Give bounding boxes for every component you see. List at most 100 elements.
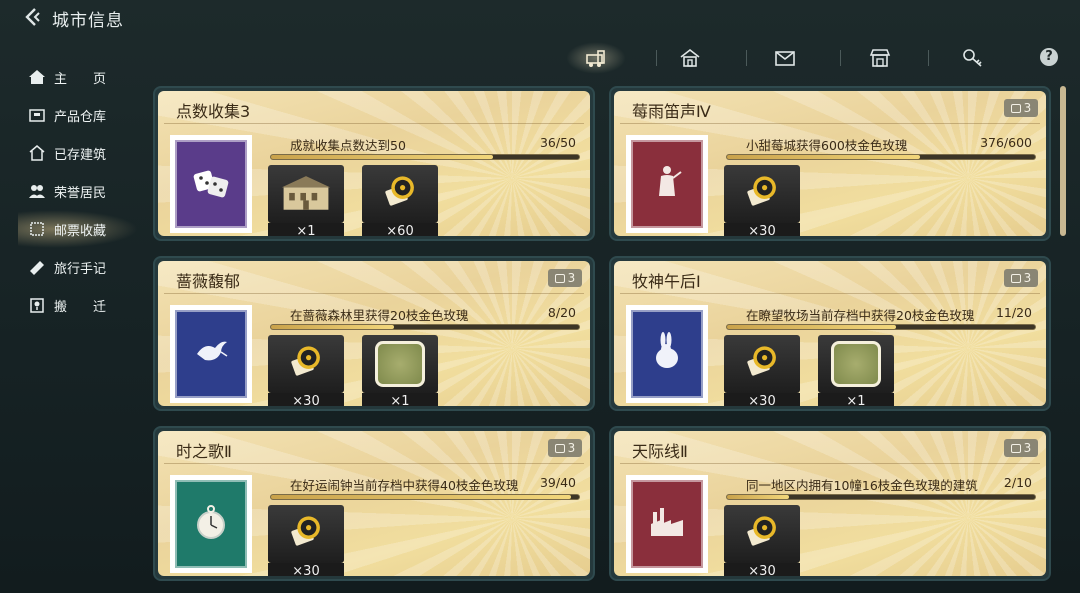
quest-progress-text: 11/20 — [995, 305, 1032, 320]
book-icon — [26, 258, 48, 276]
quest-description: 小甜莓城获得600枝金色玫瑰 — [746, 138, 908, 153]
camera-icon — [1010, 273, 1021, 283]
card-title: 天际线Ⅱ — [632, 442, 688, 461]
divider — [164, 293, 584, 294]
quest-description: 成就收集点数达到50 — [290, 138, 406, 153]
stamp-image[interactable] — [170, 475, 252, 573]
stamp-icon — [26, 220, 48, 238]
progress-bar — [270, 324, 580, 330]
back-arrow-icon — [25, 8, 40, 26]
sidebar: 主 页 产品仓库 已存建筑 荣誉居民 邮票收藏 旅行手记 搬 迁 — [18, 58, 138, 324]
pocket-watch-icon — [191, 502, 231, 546]
reward-item[interactable]: ×30 — [724, 165, 800, 236]
sidebar-item-stamps[interactable]: 邮票收藏 — [18, 210, 138, 248]
camera-icon — [554, 273, 565, 283]
train-icon — [586, 50, 605, 67]
sidebar-item-residents[interactable]: 荣誉居民 — [18, 172, 138, 210]
divider — [164, 123, 584, 124]
quest-row: 在蔷薇森林里获得20枝金色玫瑰 8/20 — [290, 305, 580, 323]
home-icon — [26, 68, 48, 86]
stamp-card[interactable]: 时之歌Ⅱ 3 在好运闹钟当前存档中获得40枝金色玫瑰 39/40 ×30 — [153, 426, 595, 581]
card-body: 莓雨笛声Ⅳ 3 小甜莓城获得600枝金色玫瑰 376/600 ×30 — [614, 91, 1046, 236]
reward-item[interactable]: ×30 — [268, 505, 344, 576]
card-title: 蔷薇馥郁 — [176, 272, 241, 291]
quest-description: 在蔷薇森林里获得20枝金色玫瑰 — [290, 308, 469, 323]
tab-shop[interactable] — [850, 42, 910, 74]
record-ticket-icon — [380, 172, 420, 216]
record-ticket-icon — [286, 342, 326, 386]
quest-progress-text: 36/50 — [539, 135, 576, 150]
stamp-image[interactable] — [626, 305, 708, 403]
reward-item[interactable]: ×30 — [724, 335, 800, 406]
stamp-card[interactable]: 点数收集3 成就收集点数达到50 36/50 ×1 ×60 — [153, 86, 595, 241]
dice-icon — [191, 162, 231, 206]
scrollbar[interactable] — [1060, 86, 1066, 586]
stamp-image[interactable] — [626, 475, 708, 573]
reward-item[interactable]: ×1 — [818, 335, 894, 406]
page-title: 城市信息 — [52, 11, 124, 31]
card-body: 牧神午后Ⅰ 3 在瞭望牧场当前存档中获得20枝金色玫瑰 11/20 ×30 ×1 — [614, 261, 1046, 406]
tab-key[interactable] — [943, 42, 1003, 74]
stamp-image[interactable] — [170, 135, 252, 233]
stamp-card[interactable]: 蔷薇馥郁 3 在蔷薇森林里获得20枝金色玫瑰 8/20 ×30 ×1 — [153, 256, 595, 411]
scrollbar-thumb[interactable] — [1060, 86, 1066, 236]
shop-icon — [869, 49, 891, 67]
land-tile-icon — [375, 341, 425, 387]
reward-item[interactable]: ×60 — [362, 165, 438, 236]
card-body: 点数收集3 成就收集点数达到50 36/50 ×1 ×60 — [158, 91, 590, 236]
stamp-image[interactable] — [170, 305, 252, 403]
badge-count: 3 — [1023, 101, 1032, 115]
relocate-icon — [26, 296, 48, 314]
back-button[interactable] — [22, 6, 44, 28]
badge-count: 3 — [1023, 271, 1032, 285]
reward-quantity: ×1 — [818, 393, 894, 406]
stamp-card[interactable]: 牧神午后Ⅰ 3 在瞭望牧场当前存档中获得20枝金色玫瑰 11/20 ×30 ×1 — [609, 256, 1051, 411]
quest-row: 成就收集点数达到50 36/50 — [290, 135, 580, 153]
progress-bar-fill — [271, 325, 395, 329]
reward-quantity: ×30 — [268, 393, 344, 406]
stamp-image[interactable] — [626, 135, 708, 233]
reward-item[interactable]: ×30 — [724, 505, 800, 576]
quest-progress-text: 376/600 — [980, 135, 1032, 150]
quest-description: 在好运闹钟当前存档中获得40枝金色玫瑰 — [290, 478, 519, 493]
sidebar-item-home[interactable]: 主 页 — [18, 58, 138, 96]
sidebar-item-warehouse[interactable]: 产品仓库 — [18, 96, 138, 134]
reward-item[interactable]: ×1 — [268, 165, 344, 236]
badge-count: 3 — [567, 271, 576, 285]
quest-row: 在好运闹钟当前存档中获得40枝金色玫瑰 39/40 — [290, 475, 580, 493]
progress-bar-fill — [727, 495, 789, 499]
stamp-card[interactable]: 莓雨笛声Ⅳ 3 小甜莓城获得600枝金色玫瑰 376/600 ×30 — [609, 86, 1051, 241]
sidebar-item-travel-notes[interactable]: 旅行手记 — [18, 248, 138, 286]
reward-item[interactable]: ×30 — [268, 335, 344, 406]
tab-train[interactable] — [566, 42, 626, 74]
record-ticket-icon — [286, 512, 326, 556]
badge-count: 3 — [567, 441, 576, 455]
sidebar-item-label: 产品仓库 — [54, 109, 107, 125]
top-bar: 城市信息 — [0, 0, 1080, 36]
divider — [620, 293, 1040, 294]
stamp-count-badge: 3 — [1004, 269, 1038, 287]
camera-icon — [1010, 443, 1021, 453]
progress-bar — [270, 154, 580, 160]
mail-icon — [775, 51, 795, 66]
progress-bar-fill — [271, 495, 572, 499]
tab-mail[interactable] — [755, 42, 815, 74]
reward-quantity: ×60 — [362, 223, 438, 236]
key-icon — [963, 49, 982, 67]
help-button[interactable]: ? — [1040, 48, 1058, 66]
building-reward-icon — [278, 170, 334, 218]
progress-bar — [726, 324, 1036, 330]
record-ticket-icon — [742, 512, 782, 556]
divider — [164, 463, 584, 464]
sidebar-item-relocate[interactable]: 搬 迁 — [18, 286, 138, 324]
stamp-card[interactable]: 天际线Ⅱ 3 同一地区内拥有10幢16枝金色玫瑰的建筑 2/10 ×30 — [609, 426, 1051, 581]
tab-house[interactable] — [660, 42, 720, 74]
reward-quantity: ×30 — [724, 563, 800, 576]
sidebar-item-label: 已存建筑 — [54, 147, 107, 163]
reward-item[interactable]: ×1 — [362, 335, 438, 406]
badge-count: 3 — [1023, 441, 1032, 455]
stamp-count-badge: 3 — [1004, 99, 1038, 117]
sidebar-item-buildings[interactable]: 已存建筑 — [18, 134, 138, 172]
reward-quantity: ×1 — [268, 223, 344, 236]
camera-icon — [1010, 103, 1021, 113]
